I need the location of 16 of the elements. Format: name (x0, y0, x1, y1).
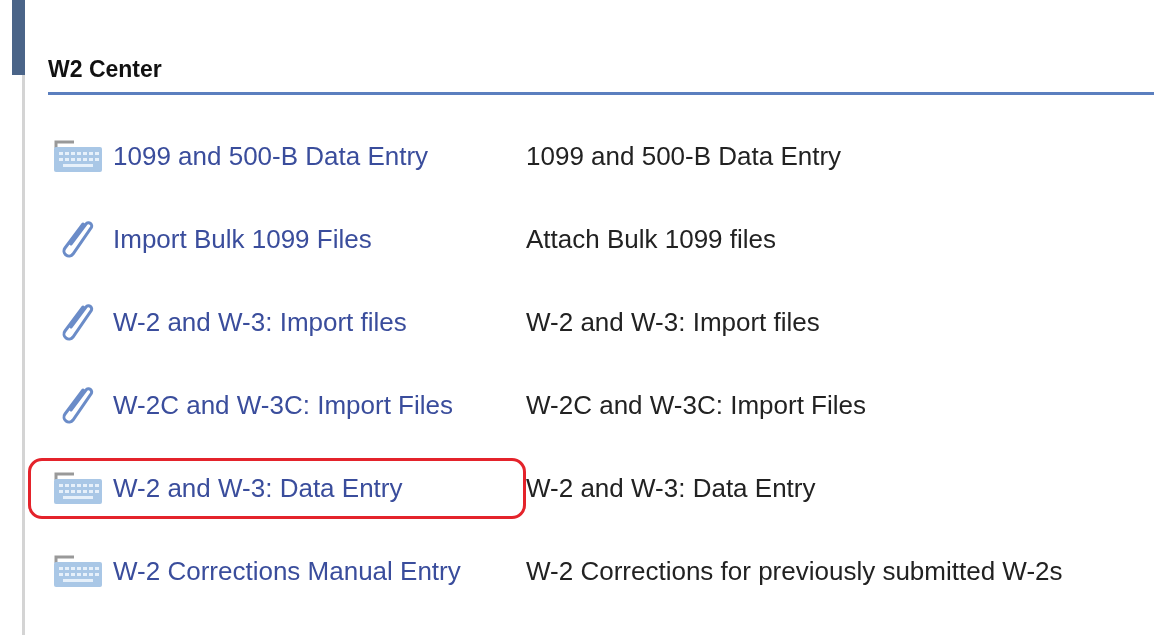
entry-description: W-2 Corrections for previously submitted W-2s (526, 554, 1063, 588)
entry-link[interactable]: W-2C and W-3C: Import Files (113, 385, 453, 425)
entry-description: 1099 and 500-B Data Entry (526, 139, 842, 173)
keyboard-icon (53, 471, 103, 506)
entry-link[interactable]: 1099 and 500-B Data Entry (113, 136, 429, 176)
entry-link[interactable]: W-2 and W-3: Data Entry (113, 468, 403, 508)
keyboard-icon (53, 139, 103, 174)
section-title: W2 Center (48, 56, 163, 84)
entry-description: W-2C and W-3C: Import Files (526, 388, 866, 422)
entry-link[interactable]: Import Bulk 1099 Files (113, 219, 372, 259)
entry-link[interactable]: W-2 and W-3: Import files (113, 302, 407, 342)
entry-link[interactable]: W-2 Corrections Manual Entry (113, 551, 461, 591)
entry-description: W-2 and W-3: Import files (526, 305, 820, 339)
entry-description: W-2 and W-3: Data Entry (526, 471, 816, 505)
keyboard-icon (53, 554, 103, 589)
entry-description: Attach Bulk 1099 files (526, 222, 777, 256)
